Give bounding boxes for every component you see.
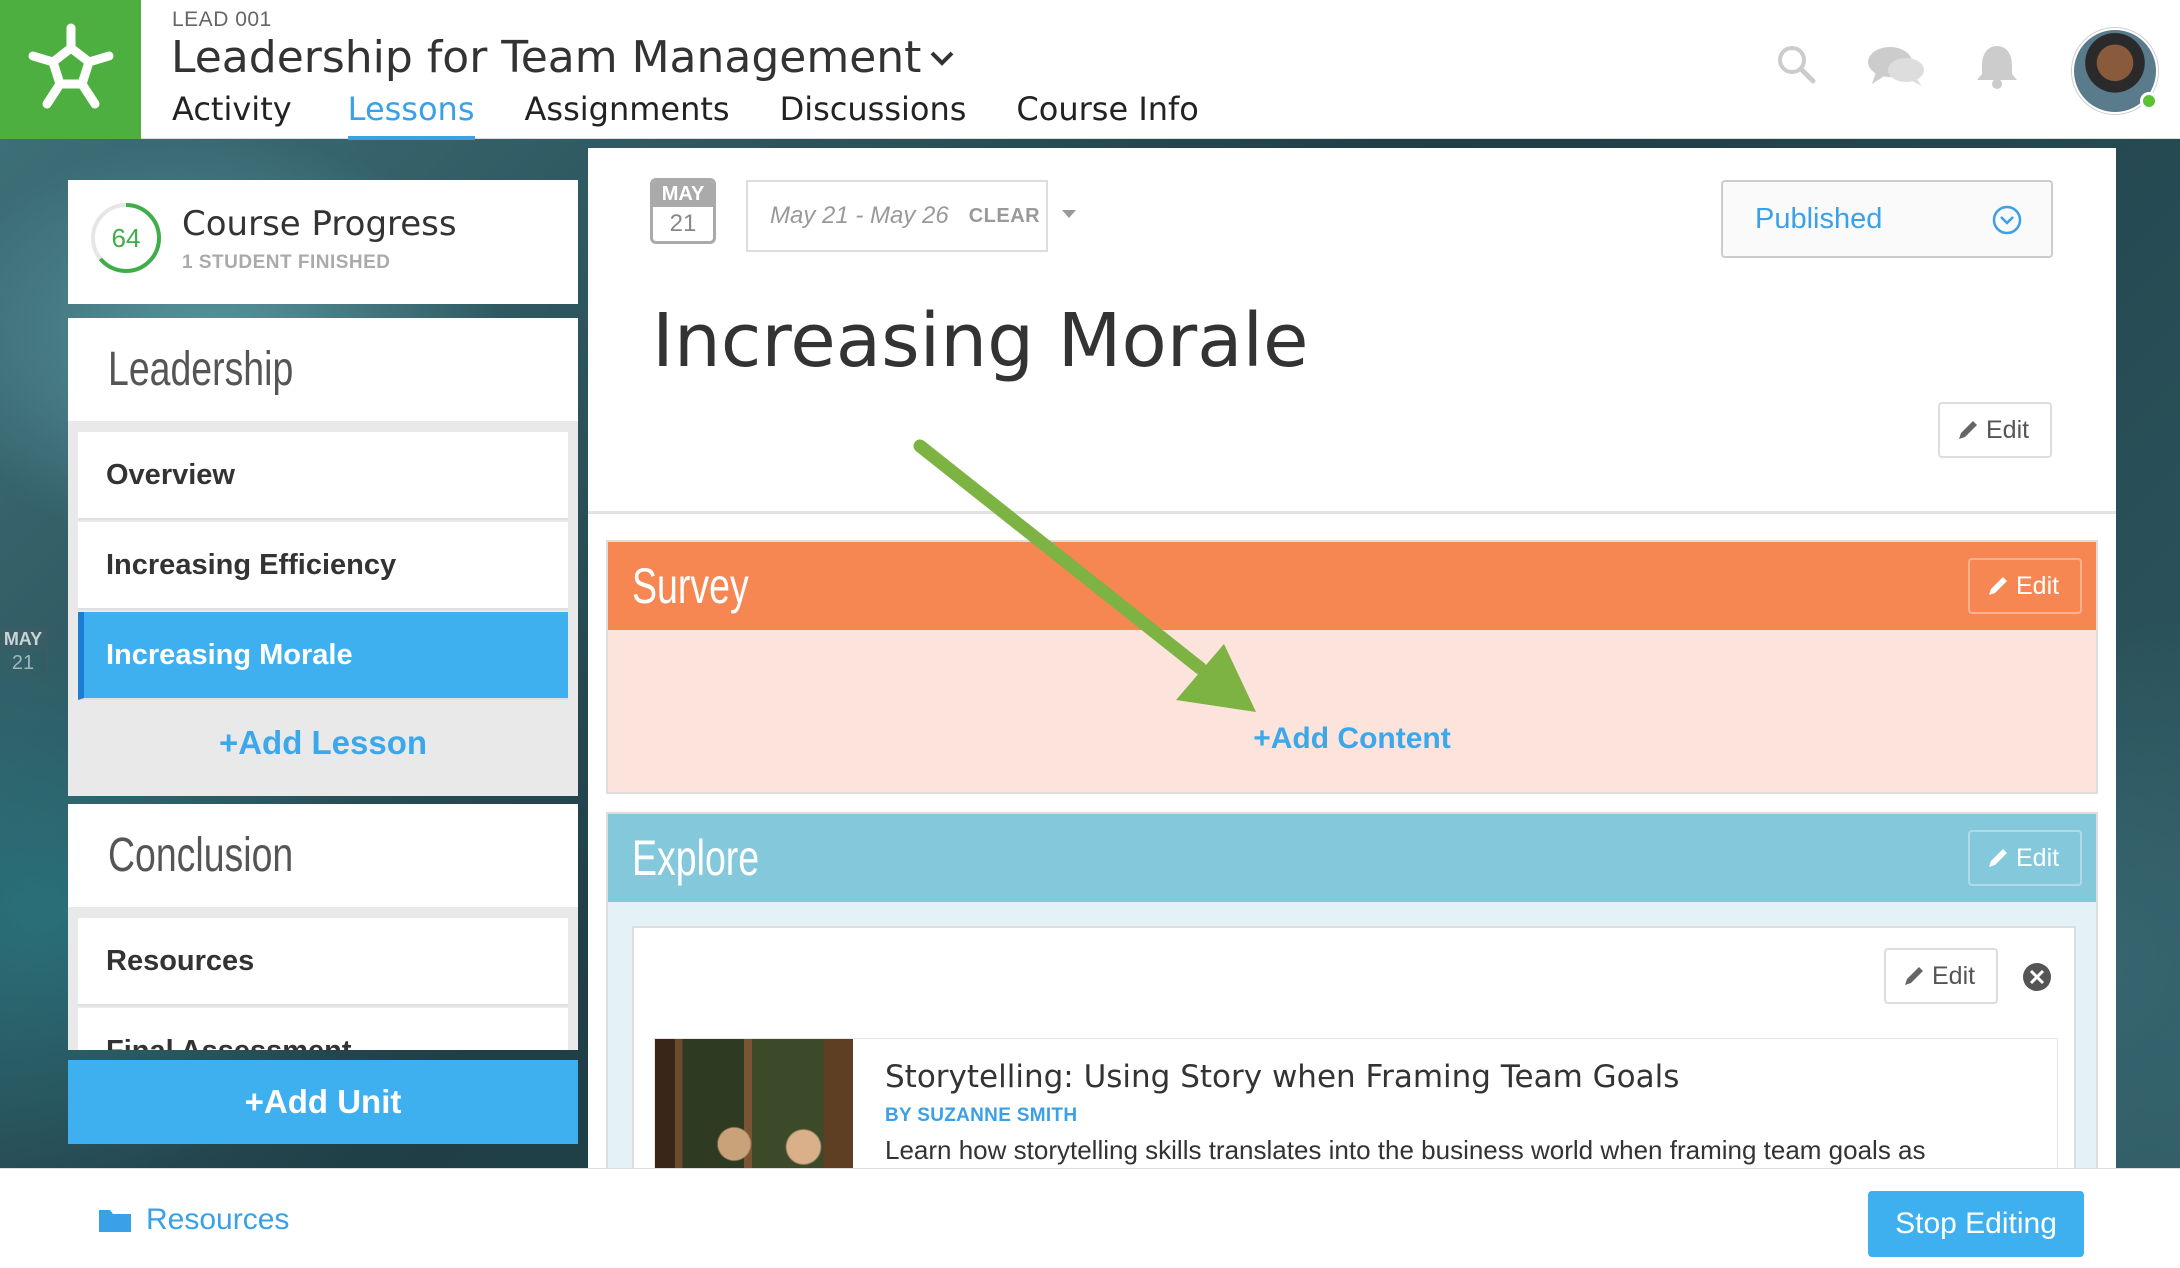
resources-link[interactable]: Resources xyxy=(98,1203,289,1237)
unit-title[interactable]: Conclusion xyxy=(68,804,578,907)
progress-title: Course Progress xyxy=(182,204,457,244)
folder-icon xyxy=(99,1210,131,1232)
add-lesson-button[interactable]: +Add Lesson xyxy=(68,724,578,762)
date-range-value: May 21 - May 26 xyxy=(770,202,949,229)
app-logo[interactable] xyxy=(0,0,141,139)
bottom-bar: Resources Stop Editing xyxy=(0,1168,2180,1268)
tab-assignments[interactable]: Assignments xyxy=(525,90,730,140)
online-status-dot xyxy=(2140,92,2158,110)
side-date-day: 21 xyxy=(11,652,35,674)
lesson-item-increasing-morale[interactable]: Increasing Morale xyxy=(78,612,568,700)
section-header: Survey xyxy=(608,542,2096,630)
section-title: Explore xyxy=(632,830,760,886)
add-unit-button[interactable]: +Add Unit xyxy=(68,1060,578,1144)
pencil-icon xyxy=(1959,421,1977,439)
progress-subtitle: 1 STUDENT FINISHED xyxy=(182,252,391,273)
calendar-icon[interactable]: MAY 21 xyxy=(650,178,716,244)
course-code: LEAD 001 xyxy=(172,8,272,31)
side-date-month: MAY xyxy=(0,628,46,650)
top-header: LEAD 001 Leadership for Team Management … xyxy=(0,0,2180,140)
side-date-marker: MAY 21 xyxy=(0,626,48,678)
tab-discussions[interactable]: Discussions xyxy=(780,90,967,140)
unit-title-text: Leadership xyxy=(108,343,294,396)
lesson-header: MAY 21 May 21 - May 26 CLEAR Published I… xyxy=(588,148,2116,514)
chevron-down-circle-icon xyxy=(1992,205,2022,235)
lesson-title: Increasing Morale xyxy=(652,298,1309,384)
unit-title-text: Conclusion xyxy=(108,829,294,882)
section-title: Survey xyxy=(632,558,749,614)
pencil-icon xyxy=(1989,577,2007,595)
tab-course-info[interactable]: Course Info xyxy=(1016,90,1198,140)
edit-section-button[interactable]: Edit xyxy=(1968,558,2082,614)
pencil-icon xyxy=(1989,849,2007,867)
date-badge-day: 21 xyxy=(669,210,697,237)
search-icon[interactable] xyxy=(1776,44,1816,84)
course-title: Leadership for Team Management xyxy=(171,32,922,83)
section-explore: Explore Edit Edit Storytelling: Using St… xyxy=(606,812,2098,1198)
tab-activity[interactable]: Activity xyxy=(172,90,292,140)
clear-date-button[interactable]: CLEAR xyxy=(969,205,1040,228)
tab-lessons[interactable]: Lessons xyxy=(347,90,475,140)
publish-status-value: Published xyxy=(1755,202,1883,235)
caret-down-icon[interactable] xyxy=(1060,208,1078,220)
publish-status-select[interactable]: Published xyxy=(1721,180,2053,258)
content-card: Edit Storytelling: Using Story when Fram… xyxy=(632,926,2076,1198)
article-description: Learn how storytelling skills translates… xyxy=(885,1135,1926,1165)
section-survey: Survey Edit +Add Content xyxy=(606,540,2098,794)
progress-value: 64 xyxy=(111,222,141,253)
section-header: Explore xyxy=(608,814,2096,902)
lesson-item-overview[interactable]: Overview xyxy=(78,432,568,520)
lesson-item-final-assessment[interactable]: Final Assessment xyxy=(78,1008,568,1050)
article-thumbnail xyxy=(655,1039,853,1189)
article-author: BY SUZANNE SMITH xyxy=(885,1105,1078,1126)
edit-label: Edit xyxy=(2016,843,2060,872)
course-nav: Activity Lessons Assignments Discussions… xyxy=(172,90,1249,140)
course-title-dropdown[interactable]: Leadership for Team Management xyxy=(171,32,955,83)
lesson-editor: MAY 21 May 21 - May 26 CLEAR Published I… xyxy=(588,148,2116,1198)
edit-section-button[interactable]: Edit xyxy=(1968,830,2082,886)
edit-title-button[interactable]: Edit xyxy=(1938,402,2052,458)
course-progress-card: 64 Course Progress 1 STUDENT FINISHED xyxy=(68,180,578,304)
pencil-icon xyxy=(1905,967,1923,985)
unit-title[interactable]: Leadership xyxy=(68,318,578,421)
date-badge-month: MAY xyxy=(653,181,713,207)
edit-label: Edit xyxy=(2016,571,2060,600)
unit-card-conclusion: Conclusion Resources Final Assessment xyxy=(68,804,578,1050)
lesson-item-increasing-efficiency[interactable]: Increasing Efficiency xyxy=(78,522,568,610)
bell-icon[interactable] xyxy=(1974,42,2020,90)
edit-label: Edit xyxy=(1932,961,1976,990)
close-icon[interactable] xyxy=(2022,962,2052,992)
chat-icon[interactable] xyxy=(1866,44,1926,88)
date-range-field[interactable]: May 21 - May 26 CLEAR xyxy=(746,180,1048,252)
lesson-item-resources[interactable]: Resources xyxy=(78,918,568,1006)
stop-editing-button[interactable]: Stop Editing xyxy=(1868,1191,2084,1257)
add-content-button[interactable]: +Add Content xyxy=(608,722,2096,756)
article-title[interactable]: Storytelling: Using Story when Framing T… xyxy=(885,1059,1679,1095)
edit-label: Edit xyxy=(1986,415,2030,444)
edit-content-button[interactable]: Edit xyxy=(1884,948,1998,1004)
resources-label: Resources xyxy=(146,1203,290,1236)
chevron-down-icon xyxy=(931,51,954,66)
unit-card-leadership: Leadership Overview Increasing Efficienc… xyxy=(68,318,578,796)
logo-icon xyxy=(28,23,113,108)
